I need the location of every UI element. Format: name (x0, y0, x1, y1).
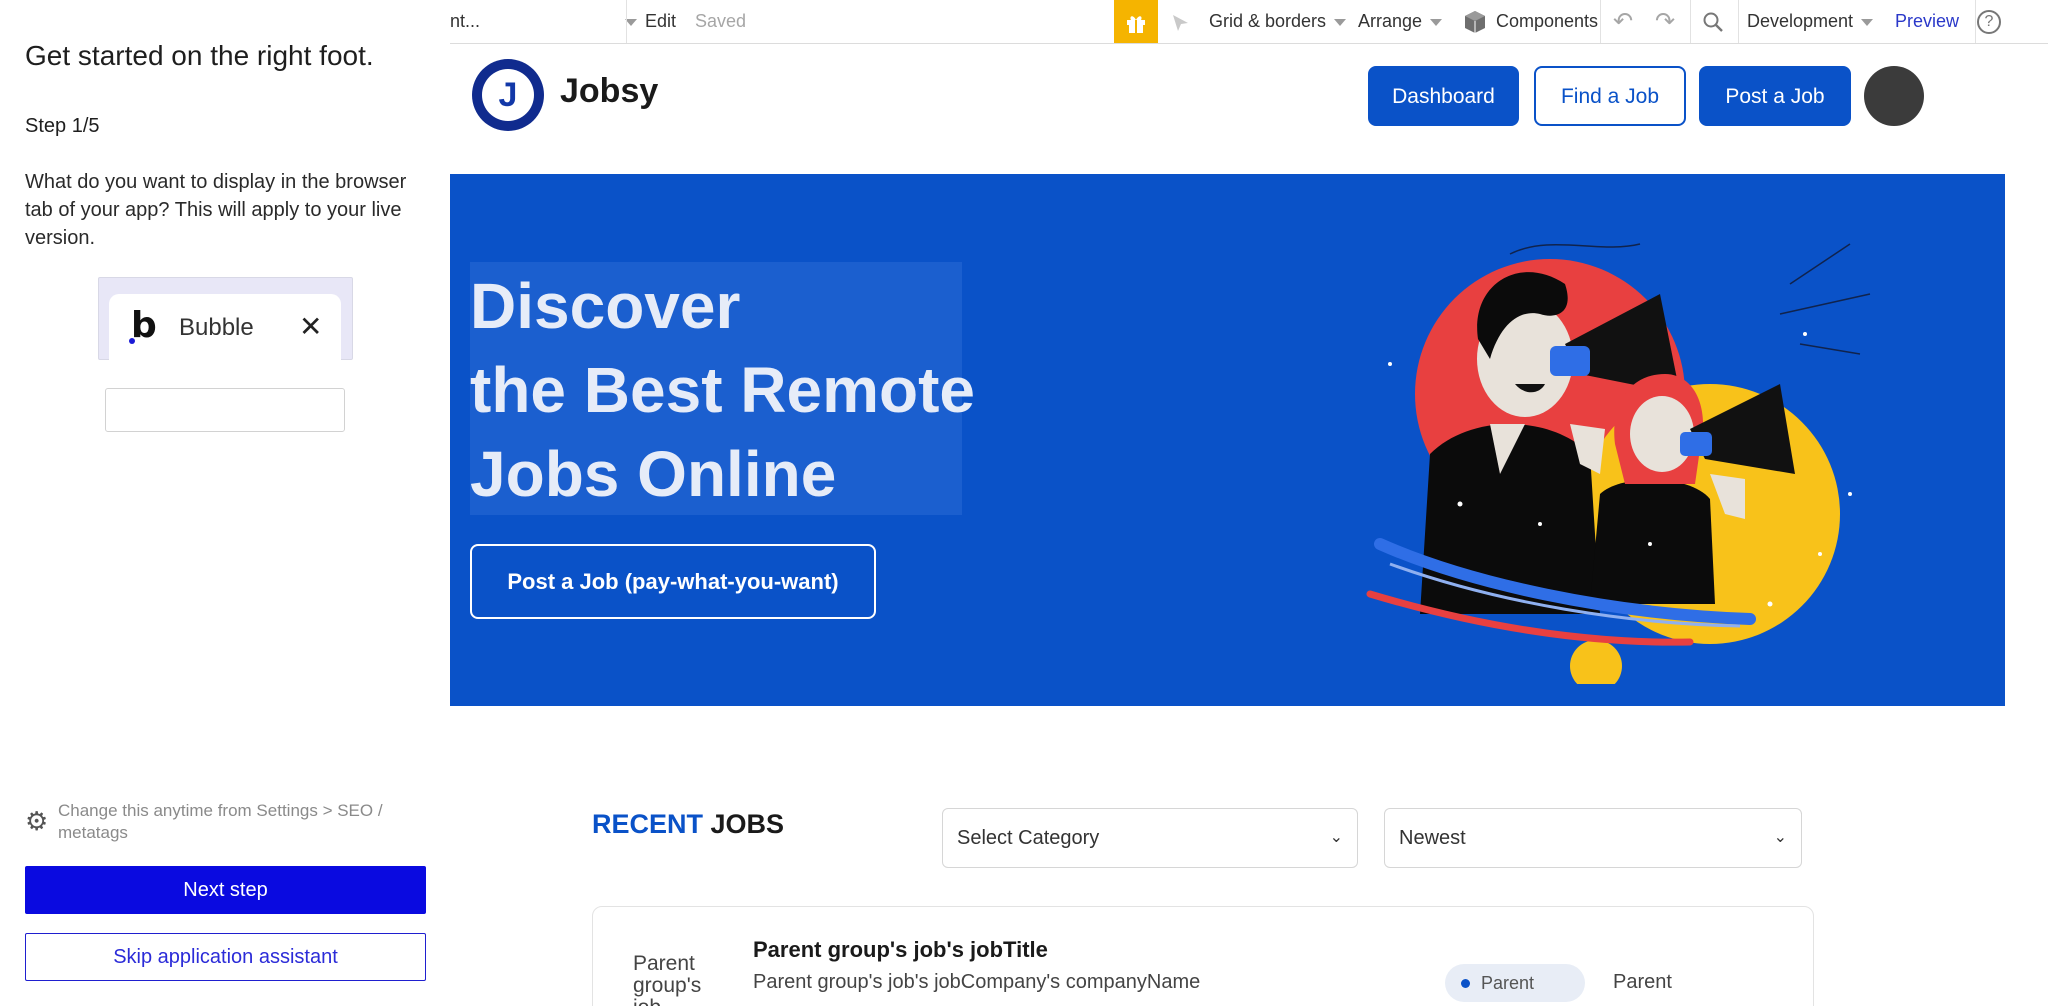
gift-icon[interactable] (1114, 0, 1158, 43)
components-button[interactable]: Components (1462, 0, 1598, 43)
megaphone-people-illustration (1366, 243, 1871, 684)
settings-note-text: Change this anytime from Settings > SEO … (58, 801, 383, 842)
chevron-down-icon (1430, 18, 1443, 26)
cursor-icon[interactable] (1170, 0, 1192, 43)
gear-icon: ⚙ (25, 806, 49, 836)
sort-select[interactable]: Newest ⌄ (1384, 808, 1802, 868)
tab-title-input[interactable] (105, 388, 345, 432)
help-icon[interactable]: ? (1977, 0, 2001, 43)
chevron-down-icon: ⌄ (1773, 829, 1787, 846)
skip-assistant-button[interactable]: Skip application assistant (25, 933, 426, 981)
hero-headline-line2: the Best Remote (470, 354, 975, 426)
browser-tab-preview: b Bubble ✕ (98, 277, 353, 360)
saved-status: Saved (695, 11, 747, 31)
grid-borders-menu[interactable]: Grid & borders (1209, 0, 1347, 43)
job-type-badge: Parent (1445, 964, 1585, 1002)
category-select-value: Select Category (957, 827, 1100, 849)
job-type-badge-label: Parent (1481, 973, 1535, 993)
components-label: Components (1496, 11, 1599, 31)
toolbar-divider (1975, 0, 1976, 43)
edit-tab[interactable]: Edit (645, 0, 676, 43)
avatar[interactable] (1864, 66, 1924, 126)
browser-tab-label: Bubble (179, 314, 254, 341)
undo-icon[interactable]: ↶ (1613, 0, 1633, 43)
recent-jobs-accent: RECENT (592, 809, 704, 839)
toolbar-divider (626, 0, 627, 43)
job-company: Parent group's job's jobCompany's compan… (753, 971, 1201, 993)
next-step-button[interactable]: Next step (25, 866, 426, 914)
page-selector[interactable]: nt... (450, 0, 638, 43)
redo-icon[interactable]: ↷ (1655, 0, 1675, 43)
hero-section: Discover the Best Remote Jobs Online Pos… (450, 174, 2005, 706)
chevron-down-icon (1861, 18, 1874, 26)
bubble-logo-icon: b (131, 305, 157, 346)
cube-icon (1465, 11, 1485, 34)
close-icon: ✕ (299, 311, 323, 342)
arrange-label: Arrange (1358, 11, 1423, 31)
assistant-title: Get started on the right foot. (25, 40, 374, 71)
find-job-button[interactable]: Find a Job (1534, 66, 1686, 126)
logo-letter: J (482, 69, 534, 121)
application-assistant-panel: Get started on the right foot. Step 1/5 … (0, 0, 450, 1006)
jobsy-logo[interactable]: J (472, 59, 544, 131)
sort-select-value: Newest (1399, 827, 1466, 849)
toolbar-divider (1690, 0, 1691, 43)
category-select[interactable]: Select Category ⌄ (942, 808, 1358, 868)
arrange-menu[interactable]: Arrange (1358, 0, 1443, 43)
editor-toolbar: nt... Edit Saved Grid & borders Arrange … (450, 0, 2048, 44)
development-menu[interactable]: Development (1747, 0, 1874, 43)
app-canvas: J Jobsy Dashboard Find a Job Post a Job … (450, 44, 2048, 1006)
chevron-down-icon (1334, 18, 1347, 26)
browser-tab: b Bubble ✕ (109, 294, 341, 360)
chevron-down-icon: ⌄ (1329, 829, 1343, 846)
hero-headline-line1: Discover (470, 270, 741, 342)
hero-post-job-button[interactable]: Post a Job (pay-what-you-want) (470, 544, 876, 619)
search-icon[interactable] (1702, 0, 1724, 43)
badge-dot-icon (1461, 979, 1470, 988)
hero-headline[interactable]: Discover the Best Remote Jobs Online (470, 264, 975, 516)
assistant-step-indicator: Step 1/5 (25, 115, 100, 137)
bubble-logo-dot (129, 338, 135, 344)
recent-jobs-rest: JOBS (710, 809, 785, 839)
toolbar-divider (1600, 0, 1601, 43)
dashboard-button[interactable]: Dashboard (1368, 66, 1519, 126)
recent-jobs-heading: RECENT JOBS (592, 809, 784, 840)
hero-headline-line3: Jobs Online (470, 438, 837, 510)
job-card[interactable]: Parent group's job Parent group's job's … (592, 906, 1814, 1006)
development-label: Development (1747, 11, 1854, 31)
help-glyph: ? (1977, 10, 2001, 35)
settings-note: ⚙ Change this anytime from Settings > SE… (25, 800, 435, 846)
post-job-button[interactable]: Post a Job (1699, 66, 1851, 126)
assistant-description: What do you want to display in the brows… (25, 171, 407, 249)
preview-button[interactable]: Preview (1895, 0, 1959, 43)
page-selector-label: nt... (450, 11, 481, 31)
job-title: Parent group's job's jobTitle (753, 937, 1048, 962)
job-thumbnail-text: Parent group's job (633, 952, 702, 1006)
brand-name[interactable]: Jobsy (560, 72, 658, 111)
job-location: Parent (1613, 971, 1672, 993)
toolbar-divider (1738, 0, 1739, 43)
grid-borders-label: Grid & borders (1209, 11, 1327, 31)
